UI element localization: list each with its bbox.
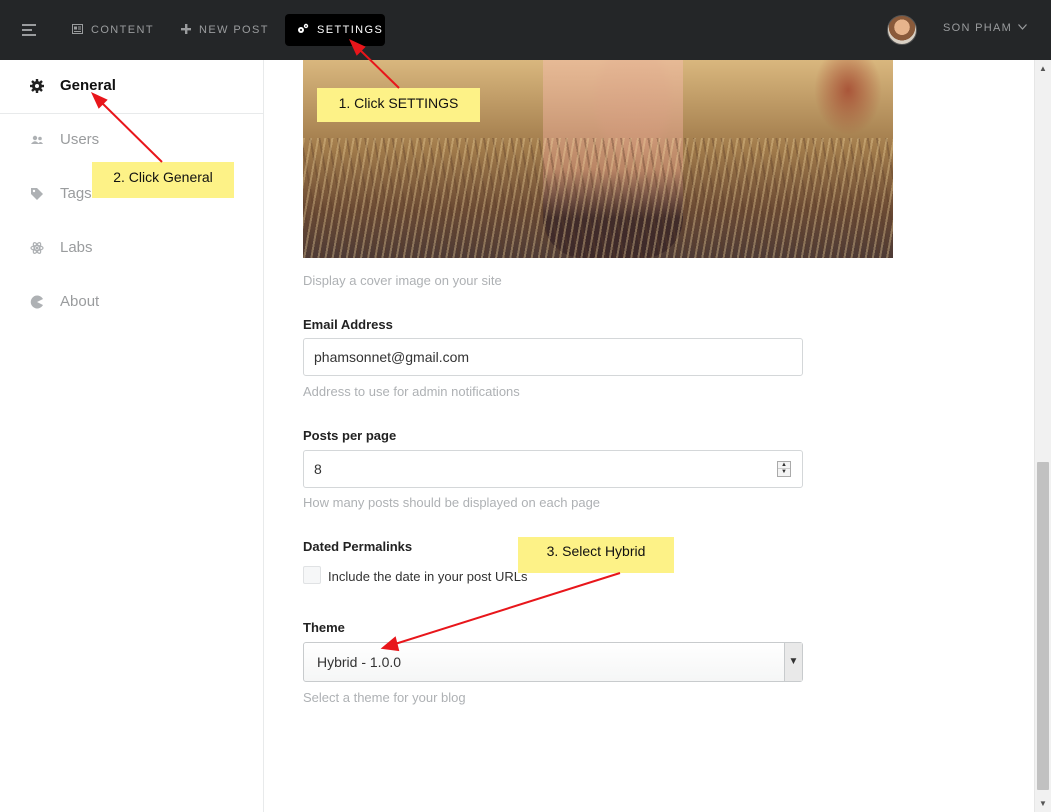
- annotation-step-2: 2. Click General: [92, 162, 234, 198]
- sidebar-item-general-label: General: [60, 77, 116, 94]
- pie-icon: [30, 295, 44, 309]
- sidebar-item-users-label: Users: [60, 131, 100, 148]
- scroll-up-icon[interactable]: ▲: [1035, 60, 1051, 77]
- sidebar-item-about-label: About: [60, 293, 100, 310]
- sidebar-item-users[interactable]: Users: [0, 114, 263, 168]
- sidebar-item-tags-label: Tags: [60, 185, 92, 202]
- annotation-step-3: 3. Select Hybrid: [518, 537, 674, 573]
- nav-content-button[interactable]: CONTENT: [60, 14, 166, 46]
- scrollbar-thumb[interactable]: [1037, 462, 1049, 790]
- sidebar-item-general[interactable]: General: [0, 60, 263, 114]
- tag-icon: [30, 187, 44, 201]
- sidebar-item-labs-label: Labs: [60, 239, 93, 256]
- user-avatar[interactable]: [887, 15, 917, 45]
- chevron-down-icon: [1018, 22, 1028, 32]
- theme-help-text: Select a theme for your blog: [303, 690, 466, 705]
- user-menu-button[interactable]: SON PHAM: [943, 22, 1028, 34]
- users-icon: [30, 133, 44, 147]
- scroll-down-icon[interactable]: ▼: [1035, 795, 1051, 812]
- dated-permalinks-checkbox-label[interactable]: Include the date in your post URLs: [328, 569, 527, 584]
- posts-per-page-help-text: How many posts should be displayed on ea…: [303, 495, 601, 510]
- theme-label: Theme: [303, 620, 345, 635]
- nav-new-post-button[interactable]: NEW POST: [169, 14, 281, 46]
- posts-per-page-label: Posts per page: [303, 428, 397, 443]
- posts-per-page-stepper[interactable]: ▲ ▼: [777, 461, 791, 477]
- top-navigation-bar: CONTENT NEW POST SETTINGS SON PHAM: [0, 0, 1051, 60]
- gear-icon: [30, 79, 44, 93]
- user-name-label: SON PHAM: [943, 22, 1013, 34]
- gears-icon: [297, 14, 309, 46]
- theme-select-value: Hybrid - 1.0.0: [317, 654, 402, 670]
- sidebar-item-about[interactable]: About: [0, 276, 263, 330]
- sidebar-item-labs[interactable]: Labs: [0, 222, 263, 276]
- nav-settings-button[interactable]: SETTINGS: [285, 14, 385, 46]
- dated-permalinks-label: Dated Permalinks: [303, 539, 413, 554]
- plus-icon: [181, 14, 191, 46]
- theme-select[interactable]: Hybrid - 1.0.0 ▼: [303, 642, 803, 682]
- atom-icon: [30, 241, 44, 255]
- nav-settings-label: SETTINGS: [317, 24, 384, 36]
- dated-permalinks-checkbox[interactable]: [303, 566, 321, 584]
- chevron-down-icon[interactable]: ▼: [784, 643, 802, 681]
- content-icon: [72, 14, 83, 46]
- page-scrollbar[interactable]: ▲ ▼: [1034, 60, 1051, 812]
- nav-content-label: CONTENT: [91, 24, 154, 36]
- hamburger-icon[interactable]: [22, 24, 36, 36]
- posts-per-page-input[interactable]: 8: [303, 450, 803, 488]
- nav-new-post-label: NEW POST: [199, 24, 269, 36]
- email-field[interactable]: phamsonnet@gmail.com: [303, 338, 803, 376]
- email-label: Email Address: [303, 317, 393, 332]
- email-help-text: Address to use for admin notifications: [303, 384, 520, 399]
- cover-image-grass: [303, 138, 893, 258]
- annotation-step-1: 1. Click SETTINGS: [317, 88, 480, 122]
- cover-help-text: Display a cover image on your site: [303, 273, 502, 288]
